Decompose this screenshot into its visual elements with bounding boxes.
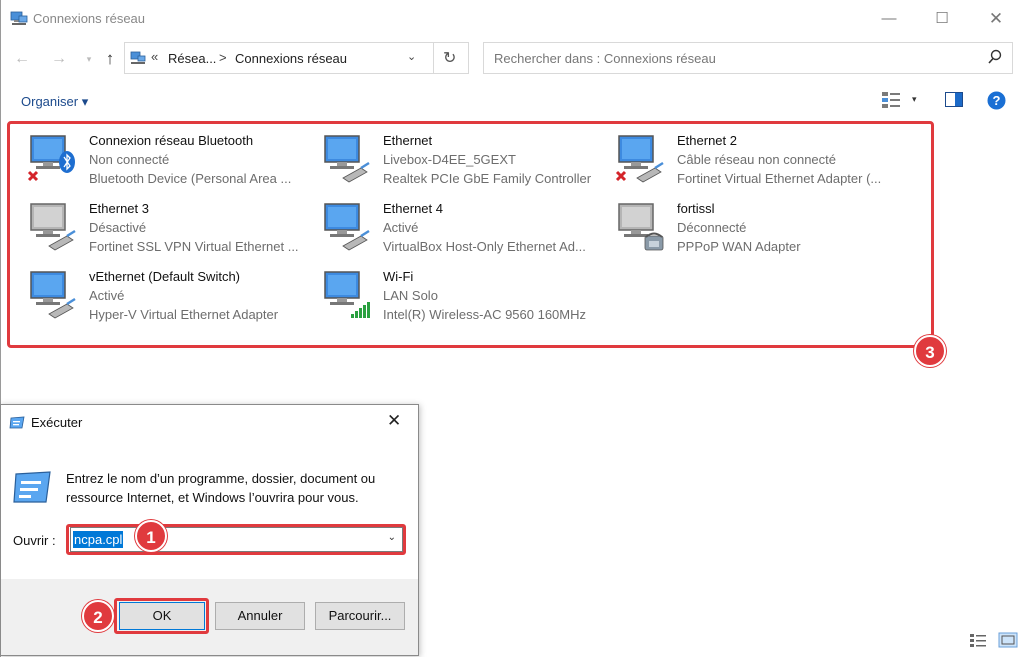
connection-status: Déconnecté — [677, 220, 747, 235]
ethernet-disabled-icon — [30, 203, 76, 251]
ethernet-network-icon — [324, 203, 370, 251]
connection-name: Ethernet 4 — [383, 201, 443, 216]
connection-name: fortissl — [677, 201, 715, 216]
connection-status: Livebox-D4EE_5GEXT — [383, 152, 516, 167]
connection-status: Câble réseau non connecté — [677, 152, 837, 167]
connection-device: Intel(R) Wireless-AC 9560 160MHz — [383, 307, 587, 322]
run-title-bar: Exécuter ✕ — [1, 405, 418, 439]
step-badge-1: 1 — [135, 520, 167, 552]
connection-item[interactable]: Ethernet 2 Câble réseau non connecté For… — [607, 126, 897, 188]
maximize-button[interactable]: ☐ — [922, 8, 962, 30]
connection-status: Activé — [383, 220, 419, 235]
highlight-ok-button — [114, 598, 209, 634]
close-button[interactable]: ✕ — [976, 8, 1016, 30]
change-view-icon[interactable] — [881, 91, 901, 109]
run-dialog: Exécuter ✕ Entrez le nom d’un programme,… — [0, 404, 419, 656]
open-label: Ouvrir : — [13, 533, 56, 548]
connection-device: Realtek PCIe GbE Family Controller — [383, 171, 592, 186]
connection-name: Connexion réseau Bluetooth — [89, 133, 254, 148]
connection-item[interactable]: Wi-Fi LAN Solo Intel(R) Wireless-AC 9560… — [313, 262, 603, 324]
connection-device: Fortinet SSL VPN Virtual Ethernet ... — [89, 239, 299, 254]
connection-item[interactable]: Ethernet 3 Désactivé Fortinet SSL VPN Vi… — [19, 194, 309, 256]
ethernet-disconnected-icon — [615, 135, 664, 183]
run-description: Entrez le nom d’un programme, dossier, d… — [66, 471, 376, 505]
organiser-menu[interactable]: Organiser ▾ — [21, 94, 88, 110]
view-toggle-icons[interactable] — [969, 632, 1019, 648]
run-title: Exécuter — [31, 415, 83, 430]
run-icon — [9, 416, 25, 429]
network-folder-icon — [10, 11, 28, 25]
window-title: Connexions réseau — [33, 11, 146, 26]
step-badge-2: 2 — [82, 600, 114, 632]
breadcrumb-separator[interactable]: > — [219, 50, 227, 65]
connection-device: VirtualBox Host-Only Ethernet Ad... — [383, 239, 586, 254]
run-body: Entrez le nom d’un programme, dossier, d… — [1, 439, 418, 579]
title-bar: Connexions réseau — ☐ ✕ — [1, 0, 1024, 38]
bluetooth-network-icon — [27, 135, 75, 182]
connection-name: Ethernet — [383, 133, 433, 148]
connection-status: LAN Solo — [383, 288, 438, 303]
connection-name: Ethernet 3 — [89, 201, 149, 216]
svg-text:?: ? — [993, 93, 1001, 108]
up-button[interactable]: ↑ — [99, 48, 121, 70]
refresh-button[interactable]: ↻ — [443, 48, 456, 68]
connection-item[interactable]: Ethernet Livebox-D4EE_5GEXT Realtek PCIe… — [313, 126, 603, 188]
view-options-dropdown[interactable]: ▾ — [912, 94, 917, 105]
connection-item[interactable]: fortissl Déconnecté PPPoP WAN Adapter — [607, 194, 897, 256]
navigation-bar: ← → ▾ ↑ « Résea... > Connexions réseau ⌄… — [1, 40, 1024, 78]
search-icon[interactable] — [988, 49, 1002, 65]
search-box[interactable]: Rechercher dans : Connexions réseau — [483, 42, 1013, 74]
address-dropdown[interactable]: ⌄ — [407, 50, 416, 63]
preview-pane-icon[interactable] — [945, 92, 963, 107]
command-bar: Organiser ▾ ▾ ? — [1, 82, 1024, 118]
ethernet-network-icon — [324, 135, 370, 183]
minimize-button[interactable]: — — [869, 8, 909, 30]
help-icon[interactable]: ? — [987, 91, 1006, 110]
connection-status: Non connecté — [89, 152, 170, 167]
step-badge-3: 3 — [914, 335, 946, 367]
connection-device: Hyper-V Virtual Ethernet Adapter — [89, 307, 279, 322]
connection-device: PPPoP WAN Adapter — [677, 239, 801, 254]
run-program-icon — [13, 471, 51, 503]
ethernet-network-icon — [30, 271, 76, 319]
browse-button[interactable]: Parcourir... — [315, 602, 405, 630]
search-placeholder: Rechercher dans : Connexions réseau — [494, 51, 716, 66]
wifi-network-icon — [324, 271, 370, 318]
back-button[interactable]: ← — [11, 48, 33, 70]
connection-item[interactable]: vEthernet (Default Switch) Activé Hyper-… — [19, 262, 309, 324]
connection-name: Ethernet 2 — [677, 133, 737, 148]
connection-device: Bluetooth Device (Personal Area ... — [89, 171, 292, 186]
highlight-open-field — [66, 524, 406, 555]
connection-status: Désactivé — [89, 220, 147, 235]
address-divider — [433, 43, 434, 73]
dialup-disabled-icon — [618, 203, 664, 251]
connection-name: Wi-Fi — [383, 269, 414, 284]
recent-locations-dropdown[interactable]: ▾ — [78, 48, 100, 70]
connection-item[interactable]: Ethernet 4 Activé VirtualBox Host-Only E… — [313, 194, 603, 256]
connection-name: vEthernet (Default Switch) — [89, 269, 241, 284]
forward-button[interactable]: → — [48, 48, 70, 70]
address-bar[interactable]: « Résea... > Connexions réseau ⌄ ↻ — [124, 42, 469, 74]
connection-status: Activé — [89, 288, 125, 303]
cancel-button[interactable]: Annuler — [215, 602, 305, 630]
run-close-button[interactable]: ✕ — [387, 411, 401, 431]
connections-list: Connexion réseau Bluetooth Non connecté … — [7, 121, 934, 348]
breadcrumb-current[interactable]: Connexions réseau — [235, 51, 347, 66]
breadcrumb-overflow[interactable]: « — [151, 49, 158, 64]
network-location-icon — [130, 51, 146, 64]
breadcrumb-item[interactable]: Résea... — [168, 51, 216, 66]
connection-device: Fortinet Virtual Ethernet Adapter (... — [677, 171, 882, 186]
connection-item[interactable]: Connexion réseau Bluetooth Non connecté … — [19, 126, 309, 188]
